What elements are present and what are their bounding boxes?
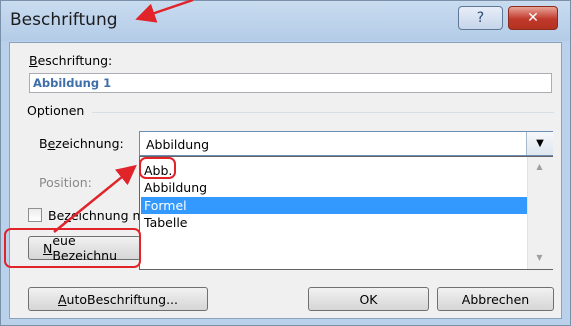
annotation-arrows xyxy=(53,0,194,233)
arrow-to-title xyxy=(135,0,194,23)
arrow-to-abb xyxy=(53,164,137,233)
